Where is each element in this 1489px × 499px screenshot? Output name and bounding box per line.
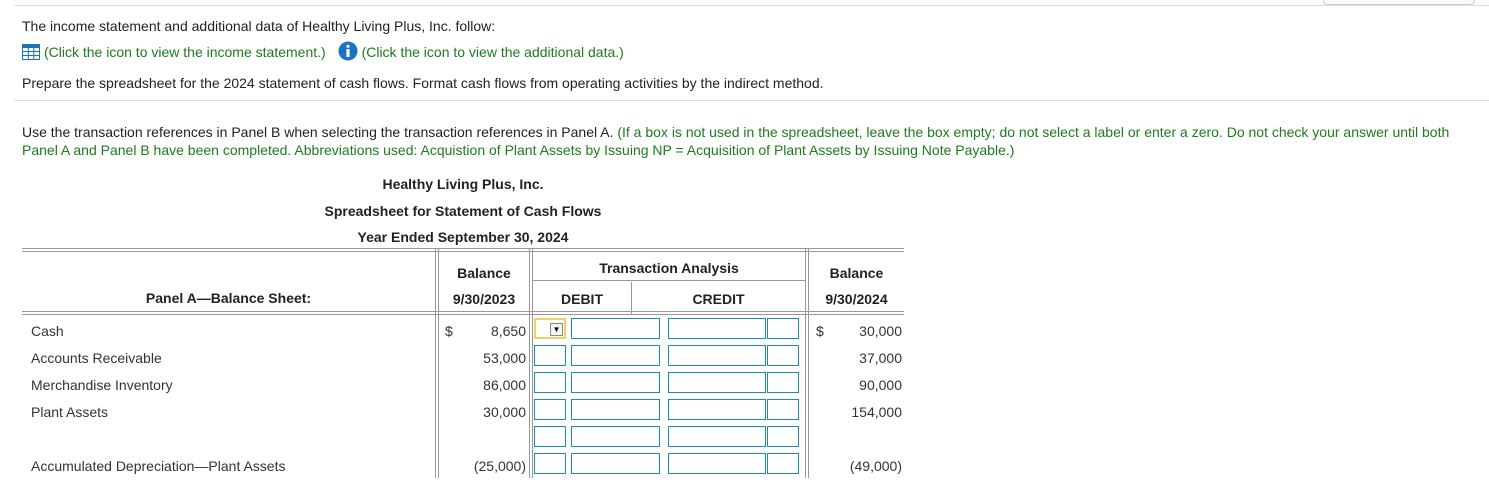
instructions: Use the transaction references in Panel … bbox=[22, 123, 1482, 159]
info-icon[interactable] bbox=[338, 41, 358, 64]
credit-amount-input[interactable] bbox=[668, 372, 766, 393]
credit-ref-select[interactable] bbox=[767, 345, 799, 366]
header-bottom-rule-2 bbox=[22, 314, 904, 315]
balance-end-value: (49,000) bbox=[849, 458, 902, 474]
instructions-text: Use the transaction references in Panel … bbox=[22, 124, 614, 140]
col-rule bbox=[529, 248, 530, 478]
balance-end-header: Balance bbox=[829, 265, 884, 281]
company-name: Healthy Living Plus, Inc. bbox=[382, 176, 544, 192]
top-rule bbox=[14, 5, 1489, 6]
dropdown-arrow-icon[interactable]: ▼ bbox=[550, 323, 563, 336]
debit-amount-input[interactable] bbox=[571, 426, 660, 447]
debit-amount-input[interactable] bbox=[571, 399, 660, 420]
balance-begin-value: 86,000 bbox=[483, 377, 526, 393]
credit-ref-select[interactable] bbox=[767, 399, 799, 420]
table-top-rule-2 bbox=[22, 251, 904, 252]
balance-end-value: 154,000 bbox=[851, 404, 902, 420]
debit-header: DEBIT bbox=[561, 291, 603, 307]
debit-ref-select[interactable] bbox=[534, 345, 566, 366]
trans-sub-rule bbox=[532, 280, 805, 281]
balance-begin-value: 30,000 bbox=[483, 404, 526, 420]
row-label: Accumulated Depreciation—Plant Assets bbox=[31, 458, 286, 474]
task-text: Prepare the spreadsheet for the 2024 sta… bbox=[22, 75, 824, 91]
credit-amount-input[interactable] bbox=[668, 453, 766, 474]
additional-data-link[interactable]: (Click the icon to view the additional d… bbox=[362, 44, 624, 60]
debit-ref-select[interactable] bbox=[534, 453, 566, 474]
resource-links: (Click the icon to view the income state… bbox=[22, 41, 624, 64]
panel-a-header: Panel A—Balance Sheet: bbox=[145, 290, 312, 306]
col-rule bbox=[805, 248, 806, 478]
credit-amount-input[interactable] bbox=[668, 399, 766, 420]
balance-begin-value: (25,000) bbox=[473, 458, 526, 474]
row-label: Plant Assets bbox=[31, 404, 109, 420]
balance-begin-value: 8,650 bbox=[490, 323, 526, 339]
col-rule bbox=[808, 248, 809, 478]
col-rule bbox=[438, 248, 439, 478]
spreadsheet-table: Panel A—Balance Sheet: Balance 9/30/2023… bbox=[22, 248, 904, 499]
credit-amount-input[interactable] bbox=[668, 318, 766, 339]
table-top-rule bbox=[22, 248, 904, 249]
balance-begin-header: Balance bbox=[457, 265, 511, 281]
debit-amount-input[interactable] bbox=[571, 453, 660, 474]
report-period: Year Ended September 30, 2024 bbox=[357, 229, 569, 245]
spreadsheet-icon[interactable] bbox=[22, 44, 40, 63]
debit-amount-input[interactable] bbox=[571, 372, 660, 393]
credit-amount-input[interactable] bbox=[668, 426, 766, 447]
row-label: Accounts Receivable bbox=[31, 350, 162, 366]
intro-line: The income statement and additional data… bbox=[22, 18, 496, 34]
credit-header: CREDIT bbox=[692, 291, 745, 307]
balance-end-value: 37,000 bbox=[859, 350, 902, 366]
balance-begin-value: 53,000 bbox=[483, 350, 526, 366]
credit-ref-select[interactable] bbox=[767, 453, 799, 474]
report-title: Spreadsheet for Statement of Cash Flows bbox=[324, 203, 602, 219]
debit-ref-select[interactable] bbox=[534, 399, 566, 420]
debit-ref-select[interactable] bbox=[534, 426, 566, 447]
balance-end-value: 30,000 bbox=[859, 323, 902, 339]
credit-ref-select[interactable] bbox=[767, 372, 799, 393]
top-tab[interactable] bbox=[1323, 0, 1475, 5]
debit-amount-input[interactable] bbox=[571, 345, 660, 366]
col-rule bbox=[532, 248, 533, 478]
balance-begin-date: 9/30/2023 bbox=[452, 291, 516, 307]
row-label: Cash bbox=[31, 323, 64, 339]
income-statement-link[interactable]: (Click the icon to view the income state… bbox=[44, 44, 326, 60]
credit-amount-input[interactable] bbox=[668, 345, 766, 366]
row-label: Merchandise Inventory bbox=[31, 377, 173, 393]
credit-ref-select[interactable] bbox=[767, 318, 799, 339]
debit-amount-input[interactable] bbox=[571, 318, 660, 339]
credit-ref-select[interactable] bbox=[767, 426, 799, 447]
transaction-analysis-header: Transaction Analysis bbox=[599, 260, 739, 276]
balance-end-value: 90,000 bbox=[859, 377, 902, 393]
header-bottom-rule bbox=[22, 311, 904, 312]
debit-ref-select[interactable]: ▼ bbox=[534, 318, 566, 339]
section-divider bbox=[14, 100, 1489, 101]
col-rule bbox=[435, 248, 436, 478]
balance-end-date: 9/30/2024 bbox=[825, 291, 888, 307]
debit-ref-select[interactable] bbox=[534, 372, 566, 393]
